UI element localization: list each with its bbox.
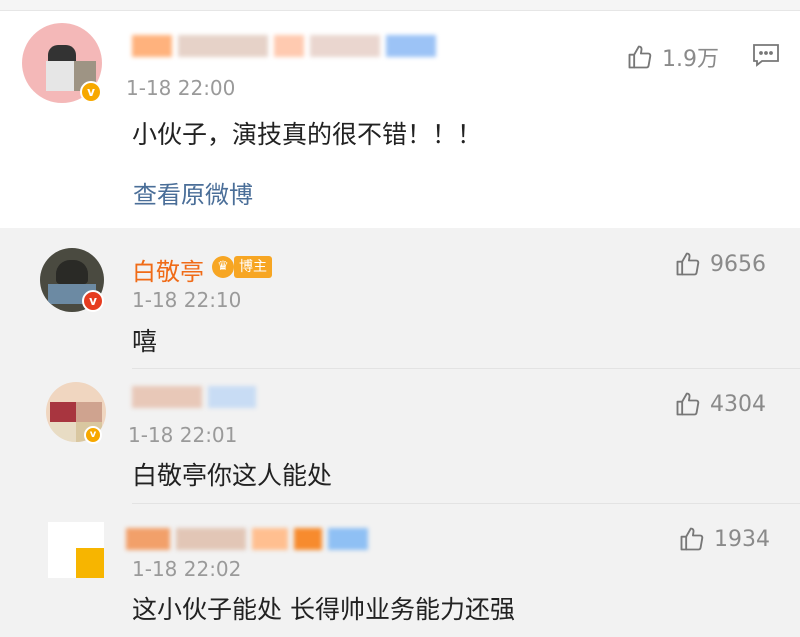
- blogger-badge: 博主: [234, 256, 272, 278]
- verified-v-icon: v: [80, 81, 102, 103]
- reply-time: 1-18 22:10: [132, 288, 242, 312]
- divider: [132, 503, 800, 504]
- comment-text: 小伙子，演技真的很不错！！！: [132, 120, 483, 149]
- like-button[interactable]: 1.9万: [626, 41, 719, 73]
- like-button[interactable]: 4304: [674, 390, 766, 418]
- reply-time: 1-18 22:01: [128, 423, 238, 447]
- top-separator: [0, 0, 800, 11]
- thumbs-up-icon: [676, 252, 700, 276]
- username-blurred[interactable]: [132, 35, 442, 57]
- comment-time: 1-18 22:00: [126, 76, 236, 100]
- reply-text: 嘻: [132, 327, 158, 356]
- username-blurred[interactable]: [126, 528, 374, 550]
- share-icon[interactable]: [752, 43, 780, 71]
- main-comment: v 1-18 22:00 小伙子，演技真的很不错！！！ 查看原微博 1.9万: [0, 11, 800, 228]
- reply-time: 1-18 22:02: [132, 557, 242, 581]
- verified-v-icon: v: [82, 290, 104, 312]
- like-count: 1934: [714, 526, 770, 552]
- like-button[interactable]: 9656: [674, 250, 766, 278]
- view-original-link[interactable]: 查看原微博: [133, 175, 253, 210]
- thumbs-up-icon: [676, 392, 700, 416]
- crown-icon: ♛: [212, 256, 234, 278]
- reply-text: 这小伙子能处 长得帅业务能力还强: [132, 595, 515, 624]
- thumbs-up-icon: [680, 527, 704, 551]
- reply-text: 白敬亭你这人能处: [132, 461, 333, 490]
- divider: [132, 368, 800, 369]
- verified-v-icon: v: [84, 426, 102, 444]
- username-blurred[interactable]: [132, 386, 262, 408]
- like-button[interactable]: 1934: [678, 525, 770, 553]
- like-count: 4304: [710, 391, 766, 417]
- like-count: 1.9万: [662, 47, 719, 72]
- avatar[interactable]: [48, 522, 104, 578]
- reply-author[interactable]: 白敬亭: [132, 252, 204, 287]
- like-count: 9656: [710, 251, 766, 277]
- thumbs-up-icon: [628, 45, 652, 69]
